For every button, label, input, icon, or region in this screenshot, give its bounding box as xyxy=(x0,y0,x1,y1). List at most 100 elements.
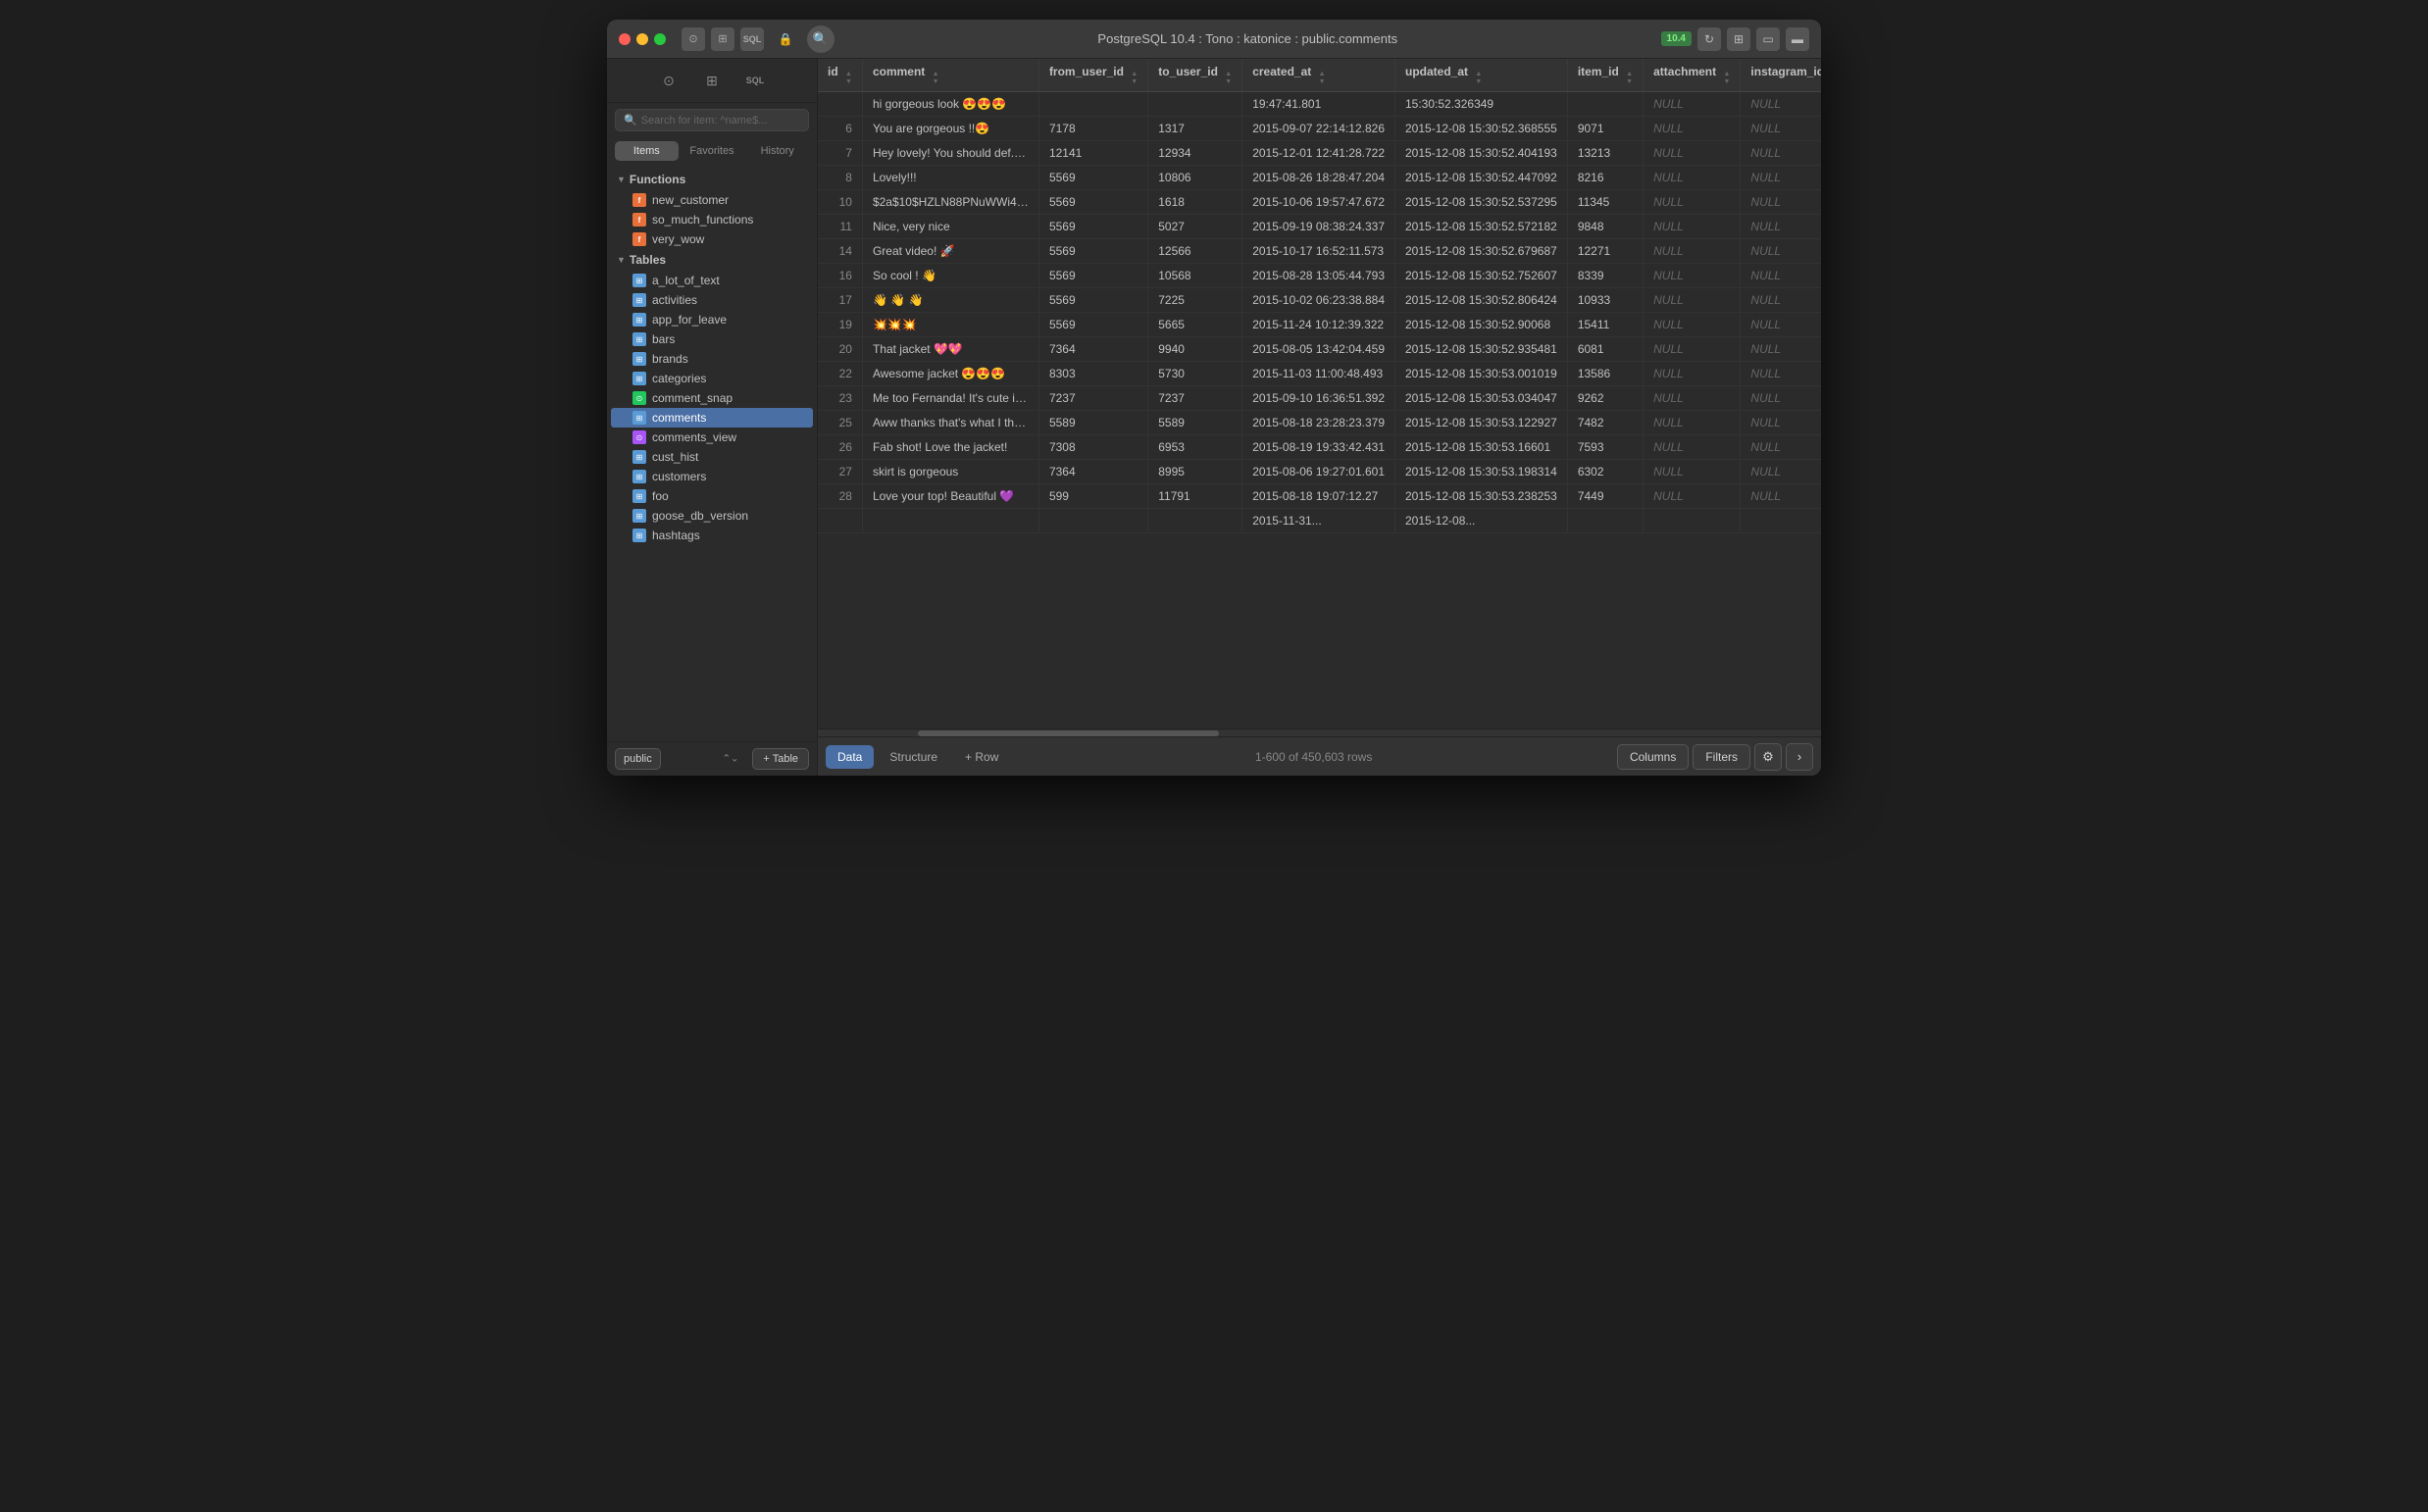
schema-select[interactable]: public xyxy=(615,748,661,770)
cell-created_at: 2015-12-01 12:41:28.722 xyxy=(1242,141,1395,166)
table-row[interactable]: 16So cool ! 👋5569105682015-08-28 13:05:4… xyxy=(818,264,1821,288)
sidebar-table-icon[interactable]: ⊞ xyxy=(698,67,726,94)
cell-item_id: 7449 xyxy=(1567,484,1643,509)
cell-id: 25 xyxy=(818,411,862,435)
sidebar-item-comment_snap[interactable]: ⊙ comment_snap xyxy=(611,388,813,408)
sidebar-item-bars[interactable]: ⊞ bars xyxy=(611,329,813,349)
table-row[interactable]: 2015-11-31...2015-12-08... xyxy=(818,509,1821,533)
minimize-button[interactable] xyxy=(636,33,648,45)
table-icon: ⊞ xyxy=(632,529,646,542)
sidebar-db-icon[interactable]: ⊙ xyxy=(655,67,683,94)
chevron-right-button[interactable]: › xyxy=(1786,743,1813,771)
item-label: a_lot_of_text xyxy=(652,274,720,287)
table-row[interactable]: hi gorgeous look 😍😍😍19:47:41.80115:30:52… xyxy=(818,92,1821,117)
cell-id: 20 xyxy=(818,337,862,362)
layout-single-button[interactable]: ▭ xyxy=(1756,27,1780,51)
close-button[interactable] xyxy=(619,33,631,45)
cell-attachment: NULL xyxy=(1644,239,1741,264)
col-from_user_id[interactable]: from_user_id ▲▼ xyxy=(1038,59,1147,92)
table-row[interactable]: 14Great video! 🚀5569125662015-10-17 16:5… xyxy=(818,239,1821,264)
sidebar-item-new_customer[interactable]: f new_customer xyxy=(611,190,813,210)
cell-from_user_id: 7178 xyxy=(1038,117,1147,141)
tab-favorites[interactable]: Favorites xyxy=(681,141,744,161)
tab-data[interactable]: Data xyxy=(826,745,874,769)
col-id[interactable]: id ▲▼ xyxy=(818,59,862,92)
tables-section-header[interactable]: ▼ Tables xyxy=(607,249,817,271)
cell-id: 17 xyxy=(818,288,862,313)
cell-id: 11 xyxy=(818,215,862,239)
sidebar-item-comments[interactable]: ⊞ comments xyxy=(611,408,813,428)
sidebar-item-goose_db_version[interactable]: ⊞ goose_db_version xyxy=(611,506,813,526)
sidebar-item-foo[interactable]: ⊞ foo xyxy=(611,486,813,506)
cell-to_user_id xyxy=(1148,92,1242,117)
sidebar-item-so_much_functions[interactable]: f so_much_functions xyxy=(611,210,813,229)
tab-structure[interactable]: Structure xyxy=(878,745,949,769)
filters-button[interactable]: Filters xyxy=(1693,744,1750,770)
table-row[interactable]: 20That jacket 💖💖736499402015-08-05 13:42… xyxy=(818,337,1821,362)
sidebar-item-activities[interactable]: ⊞ activities xyxy=(611,290,813,310)
table-row[interactable]: 25Aww thanks that's what I thought to lo… xyxy=(818,411,1821,435)
sidebar-item-very_wow[interactable]: f very_wow xyxy=(611,229,813,249)
table-row[interactable]: 19💥💥💥556956652015-11-24 10:12:39.3222015… xyxy=(818,313,1821,337)
tab-items[interactable]: Items xyxy=(615,141,679,161)
col-instagram_id[interactable]: instagram_id ▲▼ xyxy=(1741,59,1821,92)
table-row[interactable]: 10$2a$10$HZLN88PNuWWi4ZuS91lb8dR98ljt0kb… xyxy=(818,190,1821,215)
table-row[interactable]: 11Nice, very nice556950272015-09-19 08:3… xyxy=(818,215,1821,239)
settings-button[interactable]: ⚙ xyxy=(1754,743,1782,771)
columns-button[interactable]: Columns xyxy=(1617,744,1689,770)
layout-split-button[interactable]: ▬ xyxy=(1786,27,1809,51)
table-row[interactable]: 27skirt is gorgeous736489952015-08-06 19… xyxy=(818,460,1821,484)
table-row[interactable]: 28Love your top! Beautiful 💜599117912015… xyxy=(818,484,1821,509)
cell-updated_at: 2015-12-08 15:30:52.368555 xyxy=(1395,117,1568,141)
sidebar-item-brands[interactable]: ⊞ brands xyxy=(611,349,813,369)
cell-updated_at: 2015-12-08 15:30:52.447092 xyxy=(1395,166,1568,190)
table-row[interactable]: 17👋 👋 👋556972252015-10-02 06:23:38.88420… xyxy=(818,288,1821,313)
cell-updated_at: 2015-12-08 15:30:52.752607 xyxy=(1395,264,1568,288)
table-row[interactable]: 23Me too Fernanda! It's cute isn't it 😊😅… xyxy=(818,386,1821,411)
cell-id: 7 xyxy=(818,141,862,166)
tab-history[interactable]: History xyxy=(745,141,809,161)
add-table-button[interactable]: + Table xyxy=(752,748,809,770)
maximize-button[interactable] xyxy=(654,33,666,45)
functions-section-header[interactable]: ▼ Functions xyxy=(607,169,817,190)
col-attachment[interactable]: attachment ▲▼ xyxy=(1644,59,1741,92)
cell-instagram_id: NULL xyxy=(1741,117,1821,141)
cell-item_id: 7593 xyxy=(1567,435,1643,460)
cell-instagram_id: NULL xyxy=(1741,484,1821,509)
refresh-button[interactable]: ↻ xyxy=(1697,27,1721,51)
scrollbar-thumb[interactable] xyxy=(918,731,1219,736)
tab-add-row[interactable]: + Row xyxy=(953,745,1010,769)
search-button[interactable]: 🔍 xyxy=(807,25,835,53)
database-icon[interactable]: ⊙ xyxy=(682,27,705,51)
col-updated_at[interactable]: updated_at ▲▼ xyxy=(1395,59,1568,92)
col-to_user_id[interactable]: to_user_id ▲▼ xyxy=(1148,59,1242,92)
sidebar-item-app_for_leave[interactable]: ⊞ app_for_leave xyxy=(611,310,813,329)
table-row[interactable]: 7Hey lovely! You should def. enter the C… xyxy=(818,141,1821,166)
layout-grid-button[interactable]: ⊞ xyxy=(1727,27,1750,51)
cell-item_id: 6081 xyxy=(1567,337,1643,362)
table-row[interactable]: 26Fab shot! Love the jacket!730869532015… xyxy=(818,435,1821,460)
sidebar-item-customers[interactable]: ⊞ customers xyxy=(611,467,813,486)
sidebar-item-hashtags[interactable]: ⊞ hashtags xyxy=(611,526,813,545)
table-container[interactable]: id ▲▼ comment ▲▼ from_user_id ▲▼ xyxy=(818,59,1821,729)
sidebar-item-comments_view[interactable]: ⊙ comments_view xyxy=(611,428,813,447)
cell-comment: Fab shot! Love the jacket! xyxy=(862,435,1038,460)
table-row[interactable]: 22Awesome jacket 😍😍😍830357302015-11-03 1… xyxy=(818,362,1821,386)
search-bar[interactable]: 🔍 Search for item: ^name$... xyxy=(615,109,809,131)
horizontal-scrollbar[interactable] xyxy=(818,729,1821,736)
sql-icon[interactable]: SQL xyxy=(740,27,764,51)
col-created_at[interactable]: created_at ▲▼ xyxy=(1242,59,1395,92)
col-comment[interactable]: comment ▲▼ xyxy=(862,59,1038,92)
sidebar-item-cust_hist[interactable]: ⊞ cust_hist xyxy=(611,447,813,467)
sidebar-item-a_lot_of_text[interactable]: ⊞ a_lot_of_text xyxy=(611,271,813,290)
cell-to_user_id: 7225 xyxy=(1148,288,1242,313)
sidebar-item-categories[interactable]: ⊞ categories xyxy=(611,369,813,388)
grid-icon[interactable]: ⊞ xyxy=(711,27,734,51)
col-item_id[interactable]: item_id ▲▼ xyxy=(1567,59,1643,92)
table-row[interactable]: 6You are gorgeous !!😍717813172015-09-07 … xyxy=(818,117,1821,141)
row-count: 1-600 of 450,603 rows xyxy=(1014,750,1613,764)
titlebar: ⊙ ⊞ SQL 🔒 🔍 PostgreSQL 10.4 : Tono : kat… xyxy=(607,20,1821,59)
cell-created_at: 2015-08-19 19:33:42.431 xyxy=(1242,435,1395,460)
table-row[interactable]: 8Lovely!!!5569108062015-08-26 18:28:47.2… xyxy=(818,166,1821,190)
sidebar-sql-icon[interactable]: SQL xyxy=(741,67,769,94)
